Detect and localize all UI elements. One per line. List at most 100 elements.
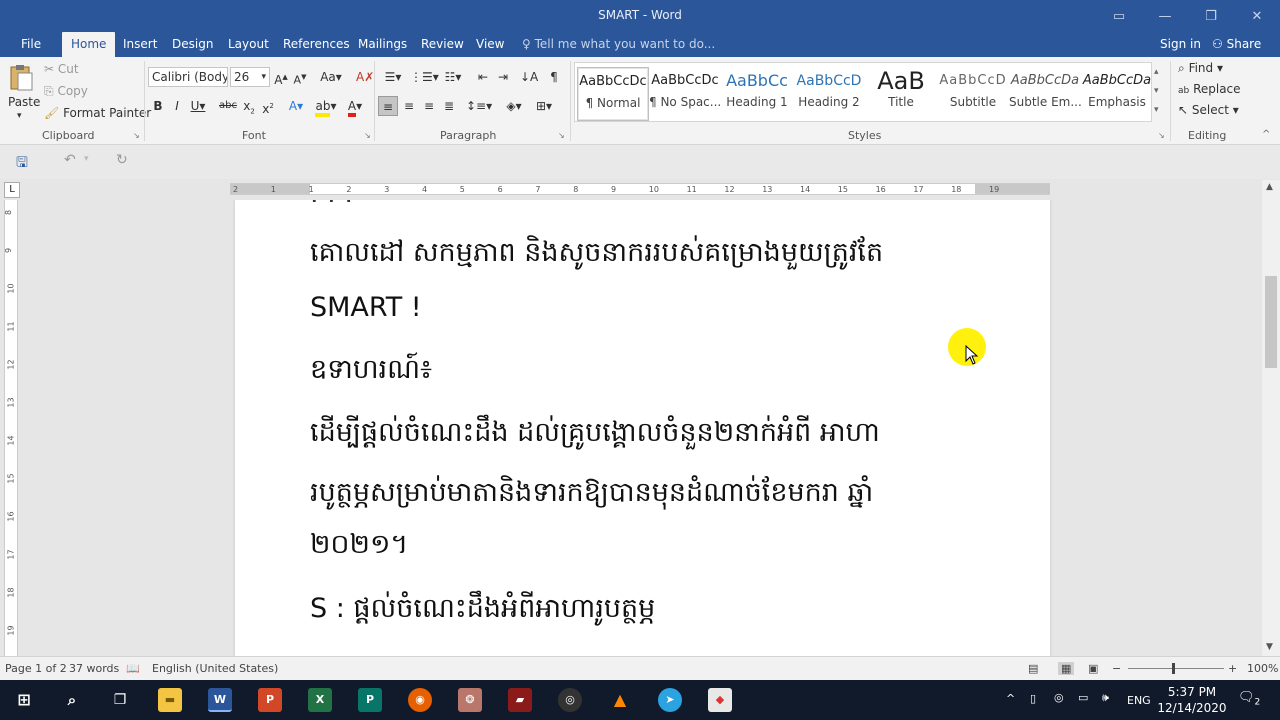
close-button[interactable]: ✕ — [1234, 0, 1280, 32]
align-right-button[interactable]: ≡ — [420, 96, 438, 116]
copy-button[interactable]: ⎘ Copy — [44, 84, 88, 99]
language-status[interactable]: English (United States) — [152, 662, 278, 675]
book-app-icon[interactable]: ▰ — [508, 688, 532, 712]
numbering-button[interactable]: ⋮☰▾ — [410, 67, 439, 87]
tab-mailings[interactable]: Mailings — [349, 32, 416, 57]
paste-button[interactable]: Paste — [8, 95, 40, 109]
tab-selector[interactable]: L — [4, 182, 20, 198]
font-color-button[interactable]: A▾ — [343, 96, 367, 117]
italic-button[interactable]: I — [170, 96, 184, 116]
proofing-icon[interactable]: 📖 — [126, 662, 140, 675]
style-no-spacing[interactable]: AaBbCcDc ¶ No Spac... — [649, 67, 721, 121]
multilevel-list-button[interactable]: ☷▾ — [440, 67, 466, 87]
zoom-slider-thumb[interactable] — [1172, 663, 1175, 674]
font-launcher-icon[interactable]: ↘ — [364, 131, 371, 140]
maximize-button[interactable]: ❐ — [1188, 0, 1234, 32]
style-subtle-emphasis[interactable]: AaBbCcDa Subtle Em... — [1009, 67, 1081, 121]
paragraph-launcher-icon[interactable]: ↘ — [558, 131, 565, 140]
document-line[interactable]: ដើម្បីផ្តល់ចំណេះដឹង ដល់គ្រូបង្គោលចំនួន២ន… — [310, 416, 880, 455]
ribbon-display-options-icon[interactable]: ▭ — [1096, 0, 1142, 32]
find-button[interactable]: ⌕ Find ▾ — [1178, 61, 1223, 76]
app-icon[interactable]: ◆ — [708, 688, 732, 712]
clock[interactable]: 5:37 PM 12/14/2020 — [1156, 684, 1228, 716]
tab-file[interactable]: File — [12, 32, 50, 57]
bold-button[interactable]: B — [150, 96, 166, 116]
minimize-button[interactable]: — — [1142, 0, 1188, 32]
document-line[interactable]: ២០២១។ — [310, 528, 408, 567]
collapse-ribbon-icon[interactable]: ^ — [1262, 129, 1270, 140]
select-button[interactable]: ↖ Select ▾ — [1178, 103, 1239, 117]
justify-button[interactable]: ≣ — [440, 96, 458, 116]
excel-app-icon[interactable]: X — [308, 688, 332, 712]
style-heading-1[interactable]: AaBbCc Heading 1 — [721, 67, 793, 121]
decrease-indent-button[interactable]: ⇤ — [474, 67, 492, 87]
file-explorer-icon[interactable]: ▬ — [158, 688, 182, 712]
scrollbar-thumb[interactable] — [1265, 276, 1277, 368]
increase-indent-button[interactable]: ⇥ — [494, 67, 512, 87]
word-count[interactable]: 37 words — [69, 662, 119, 675]
style-subtitle[interactable]: AaBbCcD Subtitle — [937, 67, 1009, 121]
tab-home[interactable]: Home — [62, 32, 116, 57]
battery-icon[interactable]: ▭ — [1078, 691, 1088, 720]
vertical-ruler[interactable]: 8 9 10 11 12 13 14 15 16 17 18 19 — [4, 200, 18, 656]
replace-button[interactable]: ab Replace — [1178, 82, 1241, 96]
document-line[interactable]: របូត្ថម្ភសម្រាប់មាតានិងទារកឱ្យបានមុនដំណា… — [310, 476, 873, 515]
text-effects-button[interactable]: A▾ — [286, 96, 306, 116]
document-line[interactable]: SMART ! — [310, 292, 422, 323]
volume-icon[interactable]: 🕪 — [1102, 691, 1109, 720]
align-left-button[interactable]: ≡ — [378, 96, 398, 116]
notifications-icon[interactable]: 🗨2 — [1238, 690, 1260, 720]
show-formatting-button[interactable]: ¶ — [546, 67, 562, 87]
subscript-button[interactable]: x2 — [242, 96, 256, 116]
firefox-icon[interactable]: ◉ — [408, 688, 432, 712]
document-line[interactable]: ឧទាហរណ៍៖ — [310, 353, 432, 392]
clipboard-launcher-icon[interactable]: ↘ — [133, 131, 140, 140]
style-normal[interactable]: AaBbCcDc ¶ Normal — [577, 67, 649, 121]
telegram-icon[interactable]: ➤ — [658, 688, 682, 712]
app-emblem-icon[interactable]: ❂ — [458, 688, 482, 712]
vertical-scrollbar[interactable]: ▲ ▼ — [1262, 180, 1280, 656]
grow-font-button[interactable]: A▲ — [273, 67, 289, 87]
font-name-combo[interactable]: Calibri (Body) — [148, 67, 228, 87]
change-case-button[interactable]: Aa▾ — [318, 67, 344, 87]
zoom-slider[interactable] — [1128, 663, 1224, 674]
print-layout-icon[interactable]: ▦ — [1058, 662, 1075, 675]
redo-icon[interactable]: ↻ — [116, 152, 128, 168]
strikethrough-button[interactable]: abc — [219, 96, 237, 116]
document-page[interactable]: . . . គោលដៅ សកម្មភាព និងសូចនាកររបស់គម្រោ… — [235, 200, 1050, 656]
page-count[interactable]: Page 1 of 2 — [5, 662, 67, 675]
scroll-down-icon[interactable]: ▼ — [1266, 642, 1273, 652]
undo-icon[interactable]: ↶ — [64, 152, 76, 168]
undo-dropdown-icon[interactable]: ▾ — [84, 154, 89, 164]
zoom-in-button[interactable]: + — [1228, 662, 1237, 675]
input-language[interactable]: ENG — [1127, 694, 1151, 720]
tab-review[interactable]: Review — [412, 32, 473, 57]
tell-me-search[interactable]: ♀ Tell me what you want to do... — [522, 32, 715, 57]
highlight-color-button[interactable]: ab▾ — [313, 96, 339, 117]
styles-launcher-icon[interactable]: ↘ — [1158, 131, 1165, 140]
format-painter-button[interactable]: 🖌 Format Painter — [44, 106, 151, 120]
tray-device-icon[interactable]: ▯ — [1030, 692, 1036, 720]
borders-button[interactable]: ⊞▾ — [532, 96, 556, 116]
style-emphasis[interactable]: AaBbCcDa Emphasis — [1081, 67, 1153, 121]
style-heading-2[interactable]: AaBbCcD Heading 2 — [793, 67, 865, 121]
sort-button[interactable]: ↓A — [520, 67, 538, 87]
shrink-font-button[interactable]: A▼ — [292, 67, 308, 87]
document-line[interactable]: គោលដៅ សកម្មភាព និងសូចនាកររបស់គម្រោងមួយត្… — [310, 236, 883, 275]
tab-insert[interactable]: Insert — [114, 32, 166, 57]
task-view-icon[interactable]: ❐ — [108, 688, 132, 712]
save-icon[interactable]: 🖫 — [16, 152, 28, 176]
share-button[interactable]: ⚇ Share — [1212, 32, 1261, 57]
shading-button[interactable]: ◈▾ — [502, 96, 526, 116]
zoom-level[interactable]: 100% — [1247, 662, 1278, 675]
sign-in-link[interactable]: Sign in — [1160, 32, 1201, 57]
tab-references[interactable]: References — [274, 32, 359, 57]
paste-dropdown-icon[interactable]: ▾ — [17, 111, 22, 121]
paste-icon[interactable] — [8, 63, 34, 91]
horizontal-ruler[interactable]: 2 1 1 2 3 4 5 6 7 8 9 10 11 12 13 14 15 16 17 18 19 — [230, 183, 1050, 195]
line-spacing-button[interactable]: ↕≡▾ — [466, 96, 492, 116]
read-mode-icon[interactable]: ▤ — [1028, 662, 1038, 675]
underline-button[interactable]: U▾ — [189, 96, 207, 116]
scroll-up-icon[interactable]: ▲ — [1266, 182, 1273, 192]
word-app-icon[interactable]: W — [208, 688, 232, 712]
